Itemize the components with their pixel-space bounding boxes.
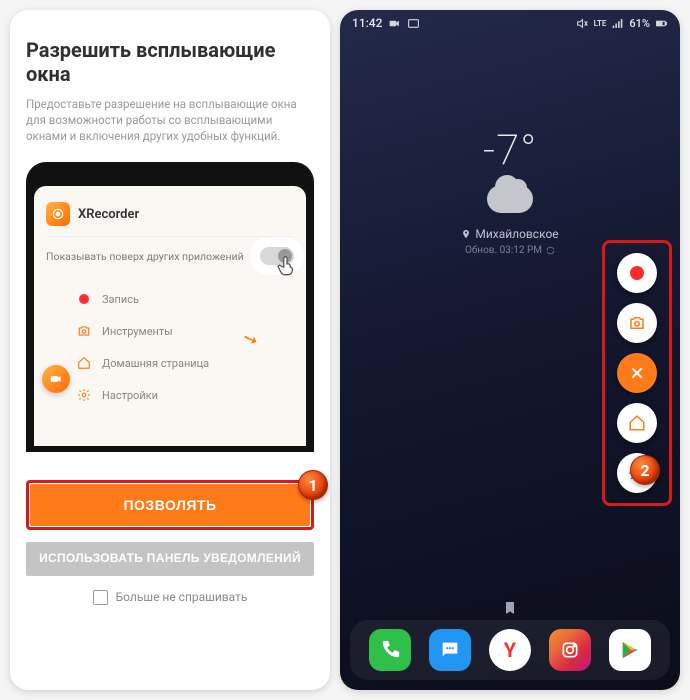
xrecorder-app-icon [46,202,70,226]
battery-icon [655,17,668,30]
dialog-description: Предоставьте разрешение на всплывающие о… [26,96,314,144]
dock-instagram-app[interactable] [549,629,591,671]
dialog-title: Разрешить всплывающие окна [26,38,314,86]
record-dot-icon [76,291,92,307]
close-toolbar-button[interactable] [617,353,657,393]
dock-phone-app[interactable] [369,629,411,671]
location-name: Михайловское [475,227,558,241]
video-indicator-icon [388,17,401,30]
cast-indicator-icon [407,17,420,30]
toolbar-home-button[interactable] [617,403,657,443]
menu-label-settings: Настройки [102,389,158,402]
dont-ask-checkbox[interactable] [93,590,108,605]
step-badge-1: 1 [298,470,328,500]
status-time: 11:42 [352,16,382,30]
dock-messages-app[interactable] [429,629,471,671]
dont-ask-row[interactable]: Больше не спрашивать [26,590,314,605]
allow-button-highlight: ПОЗВОЛЯТЬ [26,480,314,530]
home-screen: 11:42 LTE 61% -7° Михайловское Обнов. 03… [340,10,680,690]
updated-label: Обнов. 03:12 PM [465,245,542,256]
menu-item-record: Запись [46,283,294,315]
pointing-hand-icon [274,253,300,279]
dont-ask-label: Больше не спрашивать [116,590,248,604]
menu-item-home: Домашняя страница [46,347,294,379]
location-pin-icon [461,229,471,239]
android-nav-bar [340,598,680,618]
signal-icon [611,17,624,30]
dock-play-store-app[interactable] [609,629,651,671]
record-dot-icon [630,266,644,280]
record-button[interactable] [617,253,657,293]
weather-widget[interactable]: -7° Михайловское Обнов. 03:12 PM [340,126,680,256]
step-badge-2: 2 [630,455,660,485]
app-header-row: XRecorder [46,196,294,237]
camera-icon [76,323,92,339]
cloud-icon [487,185,533,213]
use-notification-panel-button[interactable]: ИСПОЛЬЗОВАТЬ ПАНЕЛЬ УВЕДОМЛЕНИЙ [26,542,314,576]
screenshot-button[interactable] [617,303,657,343]
menu-label-home: Домашняя страница [102,357,209,370]
status-bar: 11:42 LTE 61% [340,10,680,36]
menu-item-settings: Настройки [46,379,294,411]
overlay-permission-label: Показывать поверх других приложений [46,250,244,263]
permission-dialog-screen: Разрешить всплывающие окна Предоставьте … [10,10,330,690]
battery-percent: 61% [629,17,650,30]
refresh-icon [546,246,555,255]
home-icon [76,355,92,371]
app-dock: Y [350,620,670,680]
nav-bookmark-button[interactable] [500,598,520,618]
dock-yandex-app[interactable]: Y [489,629,531,671]
network-type-label: LTE [594,19,607,28]
illustration-menu: ➘ Запись Инструменты Домашняя страница [46,283,294,411]
menu-label-tools: Инструменты [102,325,173,338]
allow-button[interactable]: ПОЗВОЛЯТЬ [30,484,310,526]
illustration-device: XRecorder Показывать поверх других прило… [26,162,314,452]
temperature-value: -7° [340,126,680,175]
overlay-permission-row: Показывать поверх других приложений [46,237,294,275]
mute-icon [576,17,589,30]
close-icon [629,365,645,381]
menu-label-record: Запись [102,293,139,306]
app-name-label: XRecorder [78,207,139,222]
gear-icon [76,387,92,403]
